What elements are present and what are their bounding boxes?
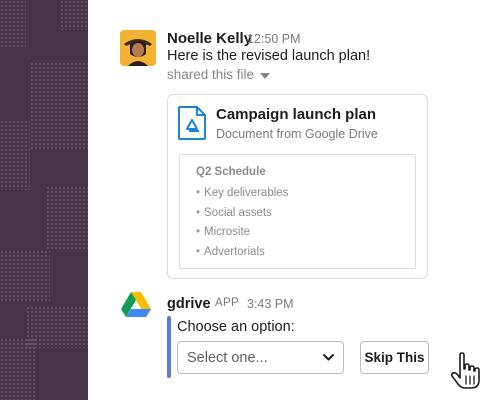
app-timestamp[interactable]: 3:43 PM	[247, 297, 294, 311]
user-photo-icon	[120, 30, 156, 66]
hand-pointer-icon	[450, 352, 480, 389]
preview-item: Microsite	[196, 224, 288, 244]
message-text: Here is the revised launch plan!	[167, 48, 371, 64]
option-prompt: Choose an option:	[177, 319, 295, 335]
caret-down-icon	[260, 72, 271, 79]
preview-heading: Q2 Schedule	[196, 166, 266, 178]
google-docs-icon	[178, 106, 206, 140]
app-name[interactable]: gdrive	[167, 296, 211, 312]
message-timestamp[interactable]: 12:50 PM	[247, 32, 301, 46]
shared-file-toggle[interactable]: shared this file	[167, 67, 271, 82]
skip-button[interactable]: Skip This	[360, 341, 429, 374]
message-author[interactable]: Noelle Kelly	[167, 30, 252, 47]
file-title[interactable]: Campaign launch plan	[216, 106, 376, 123]
preview-item: Key deliverables	[196, 185, 288, 205]
avatar[interactable]	[120, 30, 156, 66]
shared-file-label: shared this file	[167, 67, 255, 82]
preview-list: Key deliverables Social assets Microsite…	[196, 185, 288, 263]
attachment-accent-bar	[167, 316, 171, 378]
file-source: Document from Google Drive	[216, 127, 378, 141]
preview-item: Social assets	[196, 205, 288, 225]
workspace-sidebar	[0, 0, 88, 400]
app-badge: APP	[215, 297, 239, 309]
preview-item: Advertorials	[196, 244, 288, 264]
select-placeholder: Select one...	[187, 349, 268, 366]
google-drive-icon[interactable]	[121, 291, 151, 318]
chevron-down-icon	[323, 354, 334, 361]
option-select[interactable]: Select one...	[177, 341, 344, 374]
